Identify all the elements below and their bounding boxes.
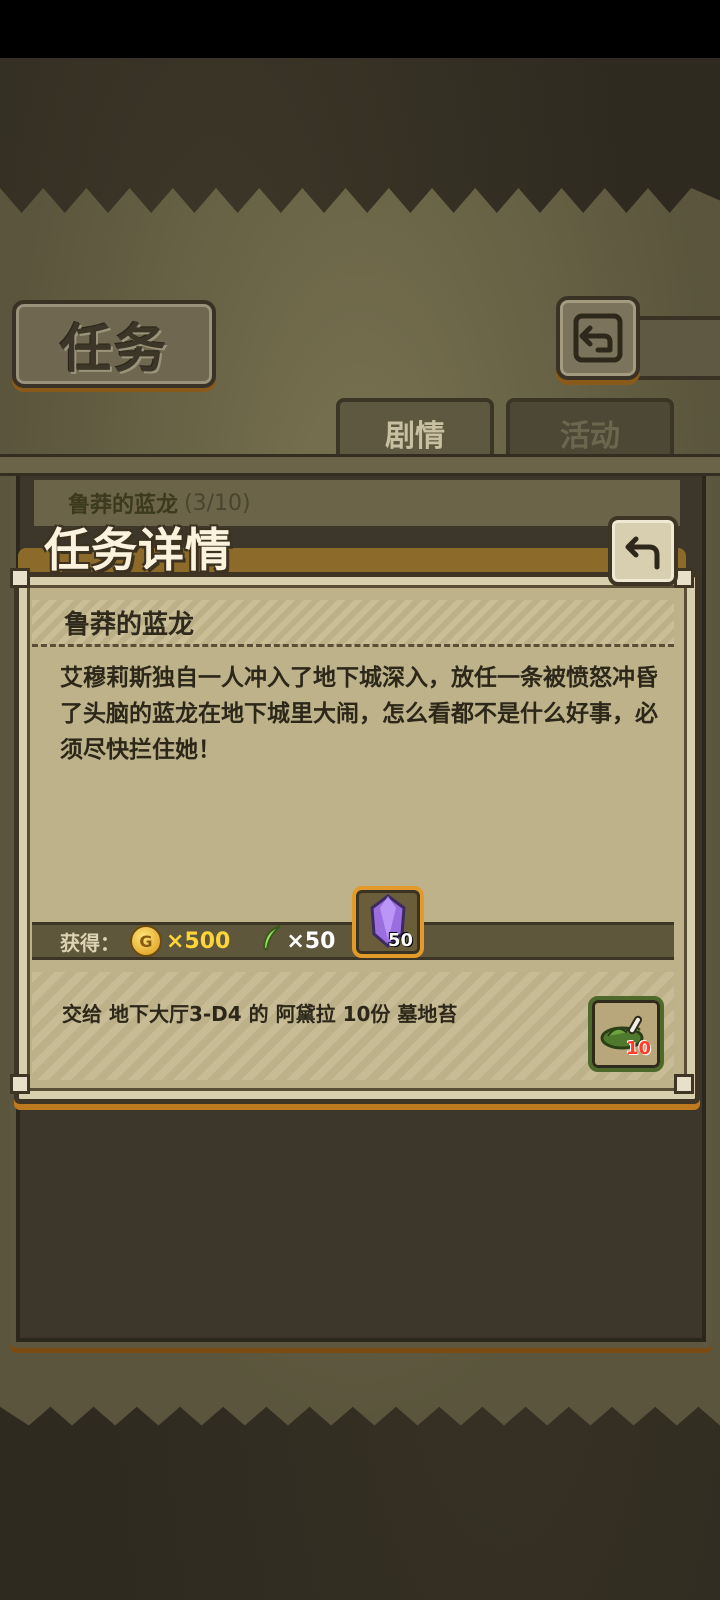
quest-progress: (3/10) — [184, 490, 251, 516]
gold-coin-icon: G — [130, 925, 162, 957]
reward-label: 获得： — [60, 930, 120, 955]
page-title: 任务 — [59, 319, 168, 380]
crystal-count: 50 — [388, 930, 414, 951]
back-button-extension — [628, 316, 720, 380]
gold-amount: ×500 — [166, 928, 231, 954]
status-bar — [0, 0, 720, 58]
frame-corner — [10, 568, 30, 588]
detail-header: 鲁莽的蓝龙 — [32, 600, 674, 647]
detail-quest-name: 鲁莽的蓝龙 — [64, 609, 195, 640]
return-arrow-icon — [573, 313, 623, 363]
modal-back-button[interactable] — [608, 516, 678, 586]
moss-count: 10 — [626, 1038, 652, 1059]
frame-corner — [10, 1074, 30, 1094]
page-title-plaque: 任务 — [12, 300, 216, 388]
modal-title: 任务详情 — [44, 523, 232, 577]
graveyard-moss-slot[interactable] — [588, 996, 664, 1072]
turn-in-text: 交给 地下大厅3-D4 的 阿黛拉 10份 墓地苔 — [62, 1002, 458, 1026]
return-arrow-icon — [625, 536, 660, 570]
feather-icon — [260, 924, 284, 958]
feather-amount: ×50 — [286, 928, 336, 954]
board-top-rail — [0, 454, 720, 476]
frame-corner — [674, 1074, 694, 1094]
quest-description: 艾穆莉斯独自一人冲入了地下城深入，放任一条被愤怒冲昏了头脑的蓝龙在地下城里大闹，… — [60, 665, 658, 763]
back-button[interactable] — [556, 296, 640, 380]
